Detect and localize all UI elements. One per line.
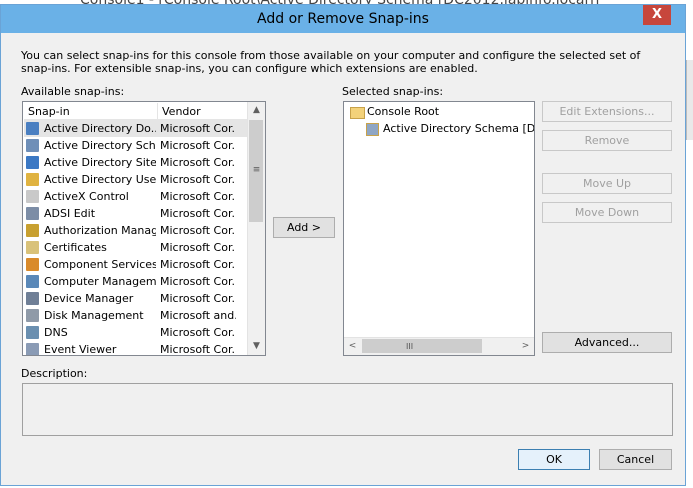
component-services-icon: [26, 258, 39, 271]
background-window-edge: [686, 60, 693, 140]
authorization-icon: [26, 224, 39, 237]
schema-snapin-label: Active Directory Schema [DC20: [383, 122, 535, 135]
snapin-vendor: Microsoft Cor...: [160, 241, 236, 254]
snapin-row[interactable]: ADSI Edit Microsoft Cor...: [24, 205, 248, 222]
folder-icon: [350, 107, 365, 119]
scroll-right-icon[interactable]: >: [517, 338, 534, 355]
ok-button[interactable]: OK: [518, 449, 590, 470]
advanced-button[interactable]: Advanced...: [542, 332, 672, 353]
horizontal-grip-icon: III: [406, 342, 414, 351]
add-remove-snapins-dialog: Add or Remove Snap-ins X You can select …: [0, 4, 686, 486]
available-snapins-list[interactable]: Snap-in Vendor Active Directory Do... Mic…: [22, 101, 266, 356]
snapin-row[interactable]: Computer Managem... Microsoft Cor...: [24, 273, 248, 290]
snapin-vendor: Microsoft Cor...: [160, 258, 236, 271]
snapin-row[interactable]: Certificates Microsoft Cor...: [24, 239, 248, 256]
close-icon: X: [651, 7, 663, 22]
snapin-vendor: Microsoft Cor...: [160, 190, 236, 203]
snapin-vendor: Microsoft Cor...: [160, 207, 236, 220]
snapin-vendor: Microsoft and...: [160, 309, 236, 322]
device-manager-icon: [26, 292, 39, 305]
move-down-button[interactable]: Move Down: [542, 202, 672, 223]
remove-button[interactable]: Remove: [542, 130, 672, 151]
snapin-vendor: Microsoft Cor...: [160, 326, 236, 339]
snapin-name: Active Directory Sch...: [44, 139, 156, 152]
snapin-vendor: Microsoft Cor...: [160, 224, 236, 237]
dns-icon: [26, 326, 39, 339]
selected-horizontal-scrollbar[interactable]: < III >: [344, 337, 534, 355]
snapin-name: Event Viewer: [44, 343, 117, 356]
snapin-name: Device Manager: [44, 292, 134, 305]
snapin-vendor: Microsoft Cor...: [160, 343, 236, 356]
snapin-row[interactable]: ActiveX Control Microsoft Cor...: [24, 188, 248, 205]
snapin-row[interactable]: Active Directory Do... Microsoft Cor...: [24, 120, 248, 137]
snapin-name: Active Directory Do...: [44, 122, 156, 135]
move-up-button[interactable]: Move Up: [542, 173, 672, 194]
snapin-vendor: Microsoft Cor...: [160, 139, 236, 152]
ad-users-icon: [26, 173, 39, 186]
snapin-row[interactable]: Device Manager Microsoft Cor...: [24, 290, 248, 307]
snapin-row[interactable]: Disk Management Microsoft and...: [24, 307, 248, 324]
certificate-icon: [26, 241, 39, 254]
snapin-vendor: Microsoft Cor...: [160, 173, 236, 186]
title-bar[interactable]: Add or Remove Snap-ins X: [1, 5, 685, 33]
close-button[interactable]: X: [643, 5, 671, 25]
snapin-name: Component Services: [44, 258, 156, 271]
ad-domains-icon: [26, 122, 39, 135]
snapin-row[interactable]: Active Directory Use... Microsoft Cor...: [24, 171, 248, 188]
cancel-button[interactable]: Cancel: [599, 449, 672, 470]
snapin-row[interactable]: Component Services Microsoft Cor...: [24, 256, 248, 273]
dialog-title: Add or Remove Snap-ins: [257, 11, 429, 27]
column-header-snapin[interactable]: Snap-in: [24, 103, 158, 120]
snapin-name: DNS: [44, 326, 68, 339]
event-viewer-icon: [26, 343, 39, 355]
edit-extensions-button[interactable]: Edit Extensions...: [542, 101, 672, 122]
ad-schema-icon: [366, 123, 379, 136]
ad-schema-icon: [26, 139, 39, 152]
snapin-row[interactable]: Authorization Manager Microsoft Cor...: [24, 222, 248, 239]
add-button[interactable]: Add >: [273, 217, 335, 238]
snapin-row[interactable]: Active Directory Site... Microsoft Cor...: [24, 154, 248, 171]
snapin-row[interactable]: DNS Microsoft Cor...: [24, 324, 248, 341]
snapin-name: Certificates: [44, 241, 107, 254]
console-root-label: Console Root: [367, 105, 440, 118]
disk-management-icon: [26, 309, 39, 322]
selected-snapins-label: Selected snap-ins:: [342, 85, 444, 98]
computer-management-icon: [26, 275, 39, 288]
horizontal-scroll-thumb[interactable]: [362, 339, 482, 353]
available-vertical-scrollbar[interactable]: ▲ ≡ ▼: [247, 102, 265, 355]
snapin-vendor: Microsoft Cor...: [160, 156, 236, 169]
snapin-vendor: Microsoft Cor...: [160, 275, 236, 288]
snapin-name: ActiveX Control: [44, 190, 129, 203]
snapin-vendor: Microsoft Cor...: [160, 292, 236, 305]
activex-icon: [26, 190, 39, 203]
snapin-vendor: Microsoft Cor...: [160, 122, 236, 135]
column-header-vendor[interactable]: Vendor: [158, 103, 248, 120]
snapin-row[interactable]: Active Directory Sch... Microsoft Cor...: [24, 137, 248, 154]
scroll-down-icon[interactable]: ▼: [248, 338, 265, 355]
ad-sites-icon: [26, 156, 39, 169]
adsi-edit-icon: [26, 207, 39, 220]
snapin-name: Disk Management: [44, 309, 144, 322]
selected-snapins-tree[interactable]: Console Root Active Directory Schema [DC…: [343, 101, 535, 356]
snapin-name: Active Directory Site...: [44, 156, 156, 169]
scroll-left-icon[interactable]: <: [344, 338, 361, 355]
available-snapins-label: Available snap-ins:: [21, 85, 125, 98]
dialog-body: You can select snap-ins for this console…: [7, 33, 679, 479]
scroll-grip-icon: ≡: [252, 165, 261, 175]
scroll-up-icon[interactable]: ▲: [248, 102, 265, 119]
snapin-name: Active Directory Use...: [44, 173, 156, 186]
snapin-row[interactable]: Event Viewer Microsoft Cor...: [24, 341, 248, 356]
intro-text: You can select snap-ins for this console…: [21, 49, 641, 75]
description-box: [22, 383, 673, 436]
snapin-name: Computer Managem...: [44, 275, 156, 288]
snapin-name: ADSI Edit: [44, 207, 96, 220]
description-label: Description:: [21, 367, 88, 380]
snapin-name: Authorization Manager: [44, 224, 156, 237]
